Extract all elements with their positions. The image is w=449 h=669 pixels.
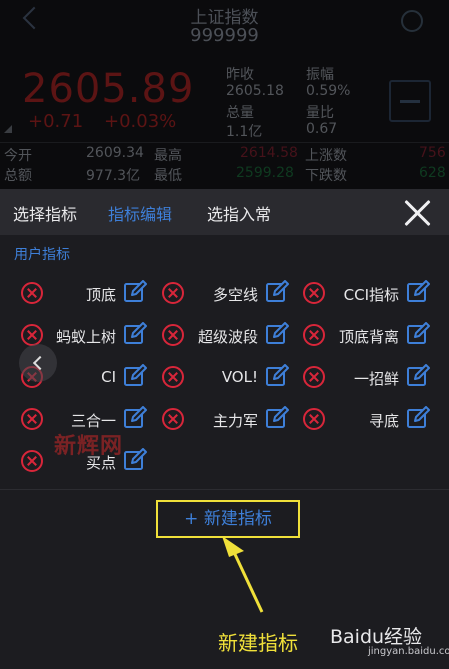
stat-label: 量比 [306, 105, 334, 121]
row-value: 628 [419, 165, 446, 181]
row-label: 总额 [4, 168, 32, 184]
close-icon[interactable] [401, 196, 435, 230]
delete-icon[interactable] [303, 282, 325, 304]
indicator-name: 顶底背离 [338, 328, 399, 346]
stat-value: 2605.18 [226, 83, 284, 99]
divider [0, 489, 449, 490]
stat-value: 0.59% [306, 83, 351, 99]
row-value: 2614.58 [240, 145, 298, 161]
row-label: 上涨数 [305, 148, 347, 164]
new-indicator-button[interactable]: + 新建指标 [156, 500, 300, 538]
stat-label: 总量 [226, 105, 254, 121]
row-label: 今开 [4, 148, 32, 164]
stock-price: 2605.89 [22, 66, 195, 112]
panel-tab-bar: 选择指标 指标编辑 选指入常 [0, 189, 449, 235]
row-value: 756 [419, 145, 446, 161]
indicator-item: 一招鲜 [0, 361, 449, 393]
tab-edit-indicator[interactable]: 指标编辑 [108, 201, 172, 225]
indicator-item: 顶底背离 [0, 319, 449, 351]
delete-icon[interactable] [303, 408, 325, 430]
background-quote-screen: 上证指数 999999 2605.89 +0.71 +0.03% 昨收 2605… [0, 0, 449, 190]
tab-select-indicator[interactable]: 选择指标 [13, 201, 77, 225]
edit-icon[interactable] [123, 448, 147, 472]
edit-icon[interactable] [406, 406, 430, 430]
delete-icon[interactable] [303, 366, 325, 388]
row-label: 下跌数 [305, 168, 347, 184]
edit-icon[interactable] [406, 364, 430, 388]
section-title-user-indicators: 用户指标 [14, 247, 70, 263]
indicator-name: 寻底 [368, 412, 399, 430]
baidu-jingyan-url: jingyan.baidu.com [368, 646, 449, 657]
indicator-item: CCI指标 [0, 277, 449, 309]
price-change-percent: +0.03% [104, 111, 177, 132]
baidu-jingyan-logo: Baidu经验 [330, 626, 423, 648]
row-label: 最低 [154, 168, 182, 184]
stock-code: 999999 [190, 25, 259, 46]
delete-icon[interactable] [303, 324, 325, 346]
price-change: +0.71 [28, 111, 84, 132]
stat-value: 0.67 [306, 121, 338, 137]
collapse-minus-icon [389, 80, 431, 122]
delete-icon[interactable] [21, 450, 43, 472]
edit-icon[interactable] [406, 280, 430, 304]
edit-icon[interactable] [406, 322, 430, 346]
annotation-caption: 新建指标 [218, 631, 298, 655]
stat-value: 1.1亿 [226, 124, 263, 140]
stat-label: 昨收 [226, 67, 254, 83]
row-label: 最高 [154, 148, 182, 164]
row-value: 2599.28 [236, 165, 294, 181]
row-value: 977.3亿 [86, 168, 141, 184]
floating-back-button[interactable] [19, 344, 57, 382]
corner-marker-icon [4, 125, 12, 133]
indicator-name: 一招鲜 [353, 370, 399, 388]
indicator-name: CCI指标 [343, 286, 399, 304]
stat-label: 振幅 [306, 67, 334, 83]
watermark-text: 新辉网 [54, 434, 124, 459]
row-value: 2609.34 [86, 145, 144, 161]
divider [0, 142, 449, 143]
tab-common-indicator[interactable]: 选指入常 [207, 201, 271, 225]
